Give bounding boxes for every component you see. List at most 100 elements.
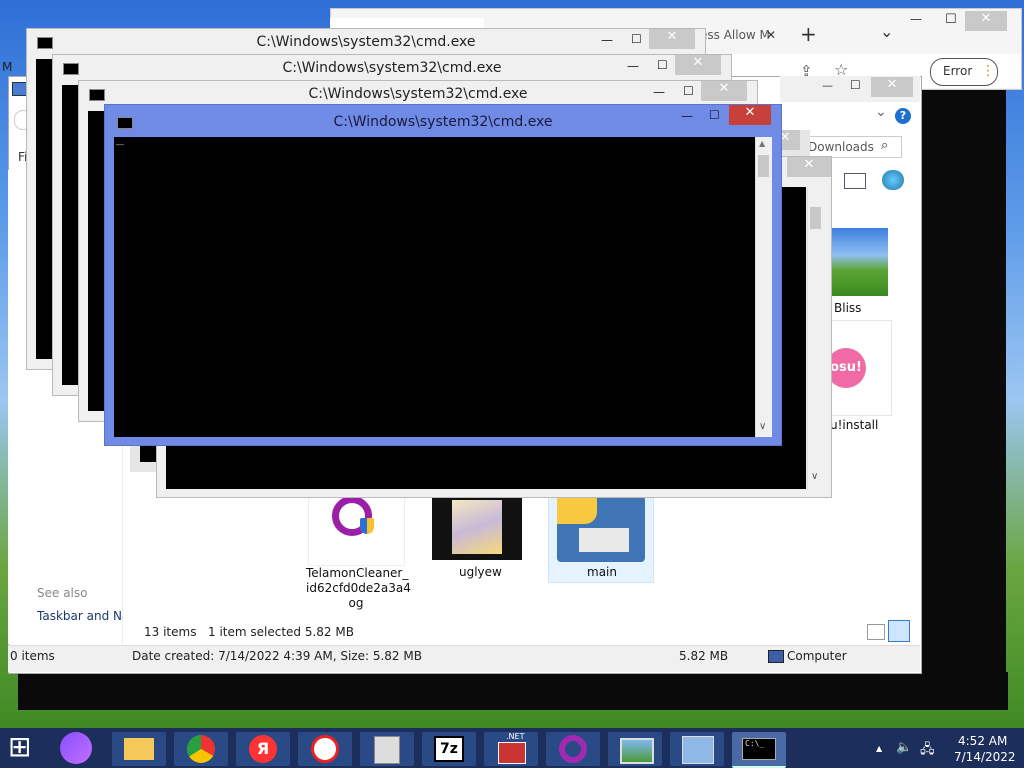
file-label-telamoncleaner[interactable]: TelamonCleaner_ id62cfd0de2a3a4 og bbox=[306, 566, 411, 611]
cmd-window-2-maximize-icon[interactable]: ☐ bbox=[657, 58, 668, 72]
installer-box-icon bbox=[374, 736, 400, 764]
cmd-window-5-scroll-thumb[interactable] bbox=[810, 207, 821, 229]
cmd-window-5-close-button[interactable]: ✕ bbox=[787, 157, 831, 177]
clock-time[interactable]: 4:52 AM bbox=[958, 734, 1007, 748]
scroll-up-icon[interactable]: ▲ bbox=[759, 139, 765, 148]
cmd-window-active-titlebar[interactable]: C:\Windows\system32\cmd.exe bbox=[105, 105, 781, 131]
scroll-thumb[interactable] bbox=[758, 155, 769, 177]
cmd-window-1-console[interactable] bbox=[36, 59, 52, 359]
cmd-window-1-minimize-icon[interactable]: — bbox=[601, 33, 613, 47]
cmd-prompt-icon: C:\_ bbox=[742, 738, 776, 760]
cmd-window-active-minimize-icon[interactable]: — bbox=[681, 109, 693, 123]
yandex-logo-icon: Я bbox=[249, 735, 277, 763]
yandex-browser-taskbar-icon[interactable] bbox=[298, 732, 352, 766]
search-icon[interactable]: ⌕ bbox=[881, 138, 888, 153]
bliss-thumbnail[interactable] bbox=[830, 228, 888, 296]
uglyew-thumbnail[interactable] bbox=[432, 496, 522, 560]
cmd-window-3-console[interactable] bbox=[88, 111, 104, 411]
browser-bottom-dark bbox=[18, 672, 1008, 710]
cmd-window-active-maximize-icon[interactable]: ☐ bbox=[709, 108, 720, 122]
date-created-details: Date created: 7/14/2022 4:39 AM, Size: 5… bbox=[132, 649, 422, 663]
tab-search-chevron-icon[interactable]: ⌄ bbox=[880, 22, 893, 41]
large-icons-view-icon[interactable] bbox=[888, 620, 910, 642]
dotnet-taskbar-icon[interactable]: .NET bbox=[484, 732, 538, 766]
cmd-taskbar-icon[interactable]: C:\_ bbox=[732, 732, 786, 768]
cmd-window-2-minimize-icon[interactable]: — bbox=[627, 59, 639, 73]
expand-chevron-icon[interactable]: ⌄ bbox=[875, 104, 887, 120]
file-explorer-taskbar-icon[interactable] bbox=[112, 732, 166, 766]
file-size: 5.82 MB bbox=[679, 649, 729, 663]
file-label-uglyew[interactable]: uglyew bbox=[459, 565, 502, 579]
python-floppy-icon bbox=[557, 496, 645, 562]
explorer-close-button[interactable]: ✕ bbox=[871, 77, 913, 97]
cmd-window-2-console[interactable] bbox=[62, 85, 78, 385]
menu-kebab-icon[interactable]: ⋮ bbox=[981, 63, 995, 79]
folder-shape bbox=[124, 738, 154, 760]
cmd-window-active-close-button[interactable]: ✕ bbox=[729, 105, 771, 125]
search-box-text: Downloads bbox=[808, 140, 874, 154]
file-label-osu-install[interactable]: u!install bbox=[830, 418, 878, 432]
floppy-label-area bbox=[579, 528, 629, 552]
preview-pane-icon[interactable] bbox=[844, 173, 866, 189]
item-count: 13 items bbox=[144, 625, 197, 639]
yandex-taskbar-icon[interactable]: Я bbox=[236, 732, 290, 766]
cmd-window-active-console[interactable]: _ bbox=[114, 131, 755, 437]
selection-status: 1 item selected 5.82 MB bbox=[208, 625, 354, 639]
cmd-window-3-maximize-icon[interactable]: ☐ bbox=[683, 84, 694, 98]
cmd-window-1-close-button[interactable]: ✕ bbox=[649, 29, 695, 49]
cmd-window-active-scrollbar[interactable]: ▲ ∨ bbox=[755, 137, 772, 437]
yandex-browser-logo-icon bbox=[311, 735, 339, 763]
browser-minimize-icon[interactable]: — bbox=[910, 12, 922, 26]
browser-dark-area bbox=[920, 90, 1006, 710]
file-label-main[interactable]: main bbox=[587, 565, 617, 579]
photos-taskbar-icon[interactable] bbox=[608, 732, 662, 766]
start-windows-icon[interactable]: ⊞ bbox=[8, 730, 31, 764]
help-icon[interactable]: ? bbox=[895, 108, 911, 124]
cmd-window-1-maximize-icon[interactable]: ☐ bbox=[631, 32, 642, 46]
cmd-window-5-scroll-down-icon[interactable]: ∨ bbox=[811, 471, 818, 482]
browser-tab-title[interactable]: ess Allow M bbox=[700, 28, 770, 42]
browser-error-button[interactable]: Error ⋮ bbox=[930, 58, 998, 86]
details-view-icon[interactable] bbox=[867, 624, 885, 640]
sevenzip-logo-icon: 7z bbox=[434, 736, 464, 762]
search-box[interactable]: Downloads ⌕ bbox=[802, 136, 902, 158]
alice-assistant-icon[interactable] bbox=[60, 732, 92, 764]
browser-tab-close-icon[interactable]: ✕ bbox=[766, 28, 776, 42]
cmd-window-5-scrollbar[interactable]: ∨ bbox=[807, 187, 824, 489]
sevenzip-taskbar-icon[interactable]: 7z bbox=[422, 732, 476, 766]
opera-logo-icon bbox=[559, 735, 587, 763]
chrome-taskbar-icon[interactable] bbox=[174, 732, 228, 766]
volume-muted-icon[interactable]: 🔈 bbox=[896, 740, 912, 755]
cmd-window-active-title: C:\Windows\system32\cmd.exe bbox=[333, 114, 553, 130]
see-also-label: See also bbox=[37, 586, 88, 600]
taskbar-and-nav-link[interactable]: Taskbar and Nav bbox=[37, 609, 123, 623]
control-panel-taskbar-icon[interactable] bbox=[670, 732, 724, 766]
explorer-maximize-icon[interactable]: ☐ bbox=[850, 78, 861, 92]
file-label-bliss[interactable]: Bliss bbox=[834, 301, 861, 315]
browser-maximize-icon[interactable]: ☐ bbox=[945, 12, 957, 27]
dotnet-label: .NET bbox=[506, 732, 525, 741]
control-panel-icon bbox=[682, 736, 714, 764]
scroll-down-icon[interactable]: ∨ bbox=[759, 421, 766, 432]
cmd-window-3-minimize-icon[interactable]: — bbox=[653, 85, 665, 99]
explorer-minimize-icon[interactable]: — bbox=[822, 79, 833, 92]
explorer-left-header-partial: M bbox=[2, 60, 13, 74]
cmd-window-active[interactable]: C:\Windows\system32\cmd.exe — ☐ ✕ _ ▲ ∨ bbox=[104, 104, 782, 446]
cmd-window-2-close-button[interactable]: ✕ bbox=[675, 55, 721, 75]
cmd-window-3-close-button[interactable]: ✕ bbox=[701, 81, 747, 101]
browser-close-button[interactable]: ✕ bbox=[965, 11, 1007, 31]
uglyew-image bbox=[452, 500, 502, 554]
console-cursor: _ bbox=[116, 131, 124, 146]
python-yellow-shape bbox=[557, 496, 597, 524]
clock-date[interactable]: 7/14/2022 bbox=[954, 750, 1016, 764]
network-icon[interactable]: 🖧 bbox=[920, 740, 935, 762]
dotnet-window-icon bbox=[498, 742, 526, 764]
installer-taskbar-icon[interactable] bbox=[360, 732, 414, 766]
computer-icon bbox=[768, 650, 784, 663]
shell-icon[interactable] bbox=[882, 170, 904, 190]
left-item-count: 0 items bbox=[10, 649, 55, 663]
opera-taskbar-icon[interactable] bbox=[546, 732, 600, 766]
uac-shield-icon bbox=[360, 518, 374, 534]
show-hidden-icons-icon[interactable]: ▲ bbox=[876, 744, 882, 753]
new-tab-plus-icon[interactable]: + bbox=[800, 22, 817, 46]
